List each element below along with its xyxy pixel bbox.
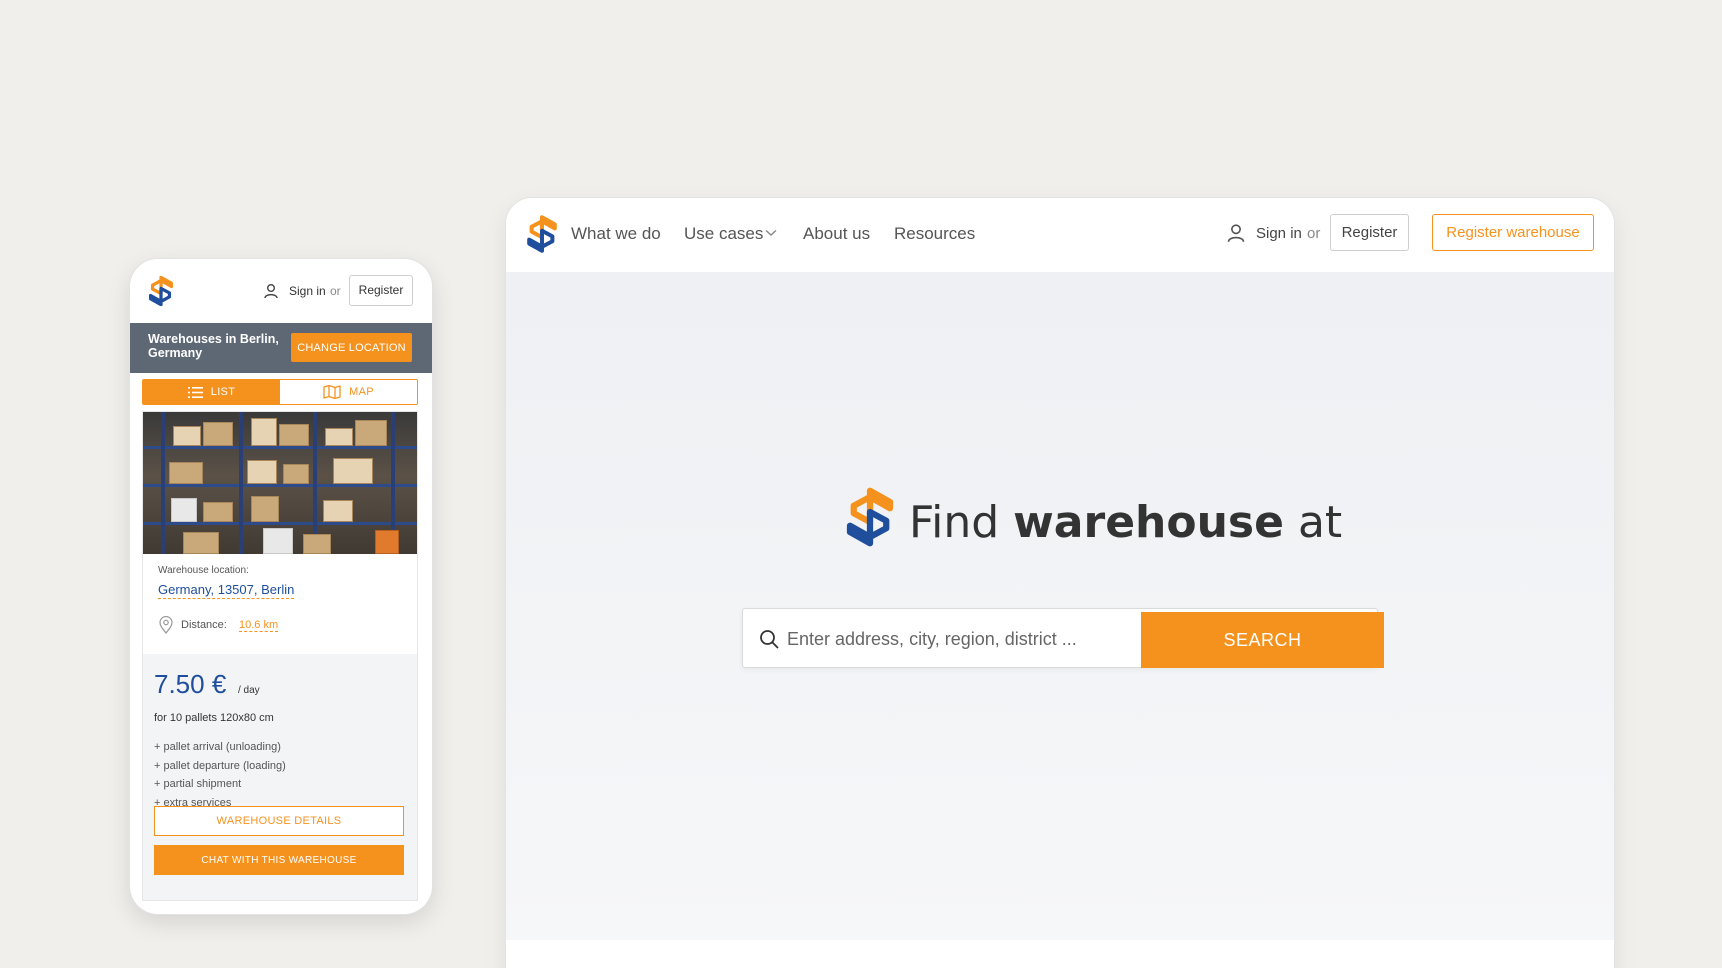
user-icon [264,284,278,299]
logo-icon [846,487,894,547]
distance-value: 10.6 km [239,619,279,632]
pallets-text: for 10 pallets 120x80 cm [154,712,274,724]
logo-icon[interactable] [148,276,174,306]
list-item: + pallet departure (loading) [154,759,286,772]
location-value-link[interactable]: Germany, 13507, Berlin [158,582,295,599]
chat-warehouse-button[interactable]: CHAT WITH THIS WAREHOUSE [154,845,404,875]
warehouse-card: Warehouse location: Germany, 13507, Berl… [142,411,418,901]
map-view-label: MAP [349,386,374,398]
list-view-tab[interactable]: LIST [143,380,280,404]
price-unit: / day [238,685,260,696]
map-view-tab[interactable]: MAP [280,380,417,404]
map-pin-icon [159,616,173,634]
list-item: + pallet arrival (unloading) [154,741,281,753]
hero-title: Find warehouse at [909,497,1342,548]
nav-resources[interactable]: Resources [894,224,975,244]
warehouse-details-button[interactable]: WAREHOUSE DETAILS [154,806,404,836]
view-toggle: LIST MAP [142,379,418,405]
services-list: + pallet arrival (unloading) + pallet de… [154,738,286,812]
nav-what-we-do[interactable]: What we do [571,224,661,244]
desktop-mockup: What we do Use cases About us Resources … [506,198,1614,968]
user-icon [1227,224,1245,243]
mobile-mockup: Sign in or Register Warehouses in Berlin… [130,259,432,914]
search-button[interactable]: SEARCH [1141,612,1384,668]
signin-link[interactable]: Sign in [1256,225,1302,242]
location-text: Warehouses in Berlin, Germany [148,332,279,360]
or-text: or [330,284,341,298]
or-text: or [1307,225,1321,242]
distance-label: Distance: [181,619,227,631]
warehouse-photo[interactable] [143,412,417,554]
page-bottom [506,940,1614,968]
list-icon [187,386,203,398]
location-label: Warehouse location: [158,565,249,576]
desktop-nav: What we do Use cases About us Resources … [506,198,1614,272]
list-item: + partial shipment [154,778,242,790]
search-box: SEARCH [742,608,1384,668]
signin-link[interactable]: Sign in [289,284,326,298]
logo-icon[interactable] [526,215,558,253]
search-icon [760,630,779,649]
register-button[interactable]: Register [349,275,413,306]
change-location-button[interactable]: CHANGE LOCATION [291,333,412,362]
price-value: 7.50 € [154,669,227,699]
register-button[interactable]: Register [1330,214,1409,251]
list-view-label: LIST [210,386,236,398]
warehouse-info: Warehouse location: Germany, 13507, Berl… [143,554,417,654]
title-suffix: at [1297,497,1343,548]
mobile-header: Sign in or Register [130,259,432,323]
nav-about-us[interactable]: About us [803,224,870,244]
map-icon [323,385,341,399]
location-bar: Warehouses in Berlin, Germany CHANGE LOC… [130,323,432,373]
hero-section: Find warehouse at SEARCH [506,272,1614,940]
register-warehouse-button[interactable]: Register warehouse [1432,214,1594,251]
chevron-down-icon[interactable] [765,229,777,237]
nav-use-cases[interactable]: Use cases [684,224,763,244]
title-bold: warehouse [1013,497,1284,548]
title-prefix: Find [909,497,1000,548]
search-input[interactable] [787,624,1127,654]
